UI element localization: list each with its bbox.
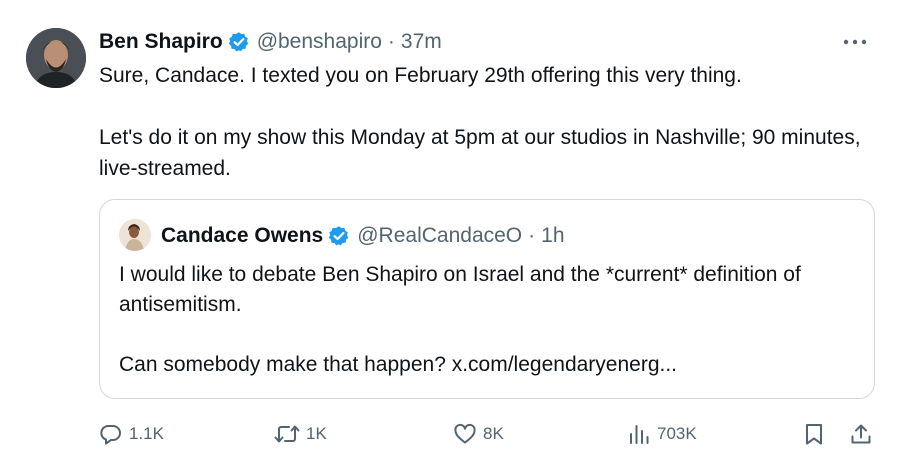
repost-count: 1K (306, 424, 327, 443)
quoted-author-name[interactable]: Candace Owens (161, 224, 323, 248)
quoted-author-avatar[interactable] (119, 219, 151, 251)
separator-dot: · (387, 30, 395, 53)
like-button[interactable]: 8K (453, 418, 504, 450)
more-options-icon[interactable] (840, 32, 870, 52)
verified-badge-icon (228, 31, 250, 53)
quoted-post-timestamp[interactable]: 1h (541, 224, 564, 248)
post-paragraph: Sure, Candace. I texted you on February … (99, 64, 742, 87)
author-handle[interactable]: @benshapiro (257, 30, 382, 54)
separator-dot: · (528, 224, 536, 247)
quoted-paragraph: I would like to debate Ben Shapiro on Is… (119, 263, 801, 316)
quoted-post[interactable]: Candace Owens @RealCandaceO · 1h I would… (99, 199, 875, 399)
tweet[interactable]: Ben Shapiro @benshapiro · 37m Sure, Cand… (0, 0, 906, 476)
author-avatar[interactable] (26, 28, 86, 88)
repost-icon (274, 422, 300, 446)
share-button[interactable] (849, 418, 873, 450)
post-header: Ben Shapiro @benshapiro · 37m (99, 28, 442, 56)
views-count: 703K (657, 424, 697, 443)
repost-button[interactable]: 1K (274, 418, 327, 450)
post-timestamp[interactable]: 37m (401, 30, 442, 54)
quoted-author-handle[interactable]: @RealCandaceO (357, 224, 522, 248)
bookmark-icon (802, 422, 826, 446)
verified-badge-icon (328, 225, 350, 247)
like-count: 8K (483, 424, 504, 443)
bookmark-button[interactable] (802, 418, 826, 450)
views-chart-icon (627, 422, 651, 446)
action-bar: 1.1K 1K 8K 703K (99, 418, 877, 450)
views-button[interactable]: 703K (627, 418, 697, 450)
quoted-post-text: I would like to debate Ben Shapiro on Is… (119, 260, 864, 380)
post-paragraph: Let's do it on my show this Monday at 5p… (99, 126, 861, 180)
heart-icon (453, 422, 477, 446)
reply-icon (99, 422, 123, 446)
reply-count: 1.1K (129, 424, 164, 443)
quoted-post-header: Candace Owens @RealCandaceO · 1h (161, 221, 565, 251)
reply-button[interactable]: 1.1K (99, 418, 164, 450)
share-icon (849, 422, 873, 446)
quoted-paragraph: Can somebody make that happen? x.com/leg… (119, 353, 678, 376)
post-text: Sure, Candace. I texted you on February … (99, 60, 879, 184)
author-name[interactable]: Ben Shapiro (99, 30, 223, 54)
